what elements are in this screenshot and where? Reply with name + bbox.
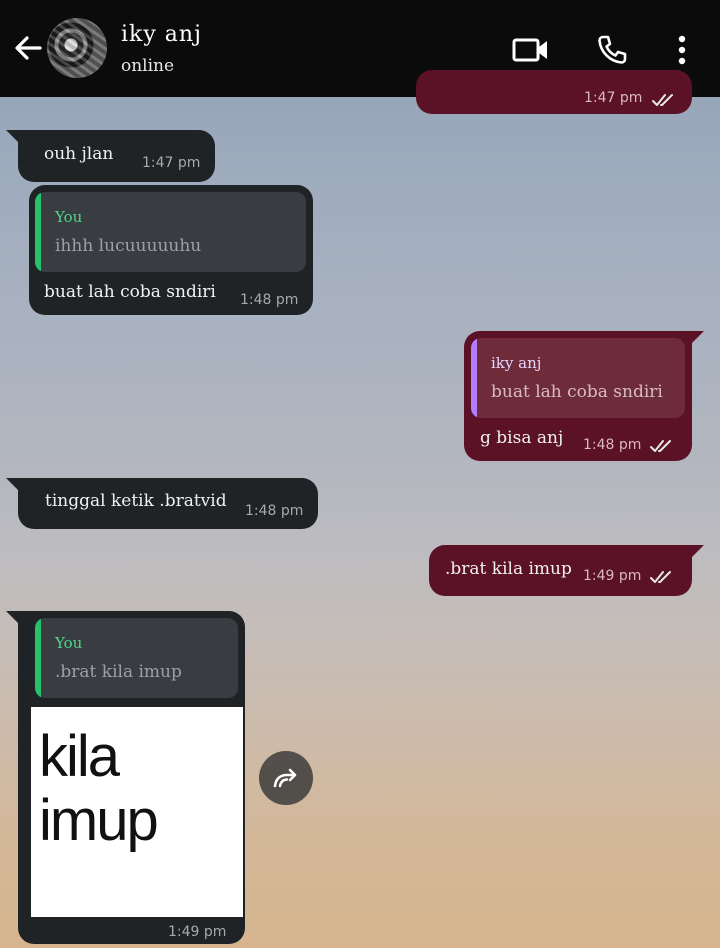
- forward-arrow-icon: [273, 768, 297, 788]
- video-call-icon[interactable]: [511, 30, 551, 70]
- quote-author: You: [55, 208, 83, 226]
- bubble-tail: [6, 130, 20, 144]
- message-time: 1:48 pm: [583, 437, 642, 453]
- sticker-text-line: kila: [39, 724, 120, 789]
- quote-bar: [35, 618, 41, 698]
- sky-cloud: [470, 830, 720, 880]
- bubble-tail: [6, 611, 20, 625]
- read-ticks-icon: [650, 440, 671, 452]
- message-bubble-outgoing[interactable]: 1:47 pm: [416, 70, 692, 114]
- bubble-tail: [6, 478, 20, 492]
- message-time: 1:48 pm: [240, 292, 299, 308]
- forward-button[interactable]: [259, 751, 313, 805]
- message-time: 1:49 pm: [583, 568, 642, 584]
- sticker-image[interactable]: kila imup: [31, 707, 243, 917]
- reply-quote[interactable]: You .brat kila imup: [35, 618, 238, 698]
- contact-name[interactable]: iky anj: [121, 22, 202, 47]
- more-vertical-icon[interactable]: [662, 30, 702, 70]
- contact-status: online: [121, 56, 175, 76]
- quote-author: You: [55, 634, 83, 652]
- message-bubble-outgoing[interactable]: .brat kila imup 1:49 pm: [429, 545, 704, 596]
- message-bubble-outgoing[interactable]: iky anj buat lah coba sndiri g bisa anj …: [464, 331, 704, 461]
- message-bubble-incoming[interactable]: You ihhh lucuuuuuhu buat lah coba sndiri…: [29, 185, 313, 315]
- message-bubble-incoming[interactable]: ouh jlan 1:47 pm: [6, 130, 215, 182]
- message-text: .brat kila imup: [445, 559, 572, 579]
- message-time: 1:47 pm: [142, 155, 201, 171]
- quote-text: buat lah coba sndiri: [491, 382, 663, 402]
- message-time: 1:49 pm: [168, 924, 227, 940]
- reply-quote[interactable]: iky anj buat lah coba sndiri: [471, 338, 685, 418]
- sky-cloud: [380, 640, 700, 700]
- contact-avatar[interactable]: [47, 18, 107, 78]
- message-bubble-incoming[interactable]: You .brat kila imup kila imup 1:49 pm: [6, 611, 245, 944]
- bubble-tail: [690, 545, 704, 559]
- message-time: 1:48 pm: [245, 503, 304, 519]
- read-ticks-icon: [652, 94, 673, 106]
- message-text: tinggal ketik .bratvid: [45, 491, 227, 511]
- quote-bar: [35, 192, 41, 272]
- quote-text: .brat kila imup: [55, 662, 182, 682]
- sticker-text-line: imup: [39, 788, 159, 853]
- quote-text: ihhh lucuuuuuhu: [55, 236, 202, 256]
- message-text: g bisa anj: [480, 428, 564, 448]
- bubble-tail: [690, 331, 704, 345]
- quote-author: iky anj: [491, 354, 542, 372]
- back-arrow-icon[interactable]: [10, 30, 46, 66]
- message-bubble-incoming[interactable]: tinggal ketik .bratvid 1:48 pm: [6, 478, 318, 529]
- reply-quote[interactable]: You ihhh lucuuuuuhu: [35, 192, 306, 272]
- quote-bar: [471, 338, 477, 418]
- phone-icon[interactable]: [592, 30, 632, 70]
- message-text: buat lah coba sndiri: [44, 282, 216, 302]
- message-time: 1:47 pm: [584, 90, 643, 106]
- message-text: ouh jlan: [44, 144, 114, 164]
- read-ticks-icon: [650, 571, 671, 583]
